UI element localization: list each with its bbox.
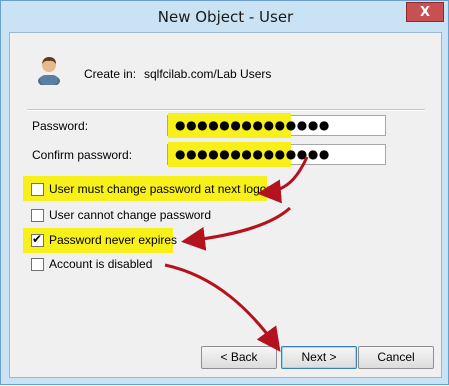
dialog-window: New Object - User X Create in: sqlfcilab… [0,0,449,385]
arrow-to-never-expires [181,206,292,251]
arrow-to-must-change [257,156,309,204]
annotation-arrows [164,156,309,352]
arrow-to-next [164,263,281,352]
